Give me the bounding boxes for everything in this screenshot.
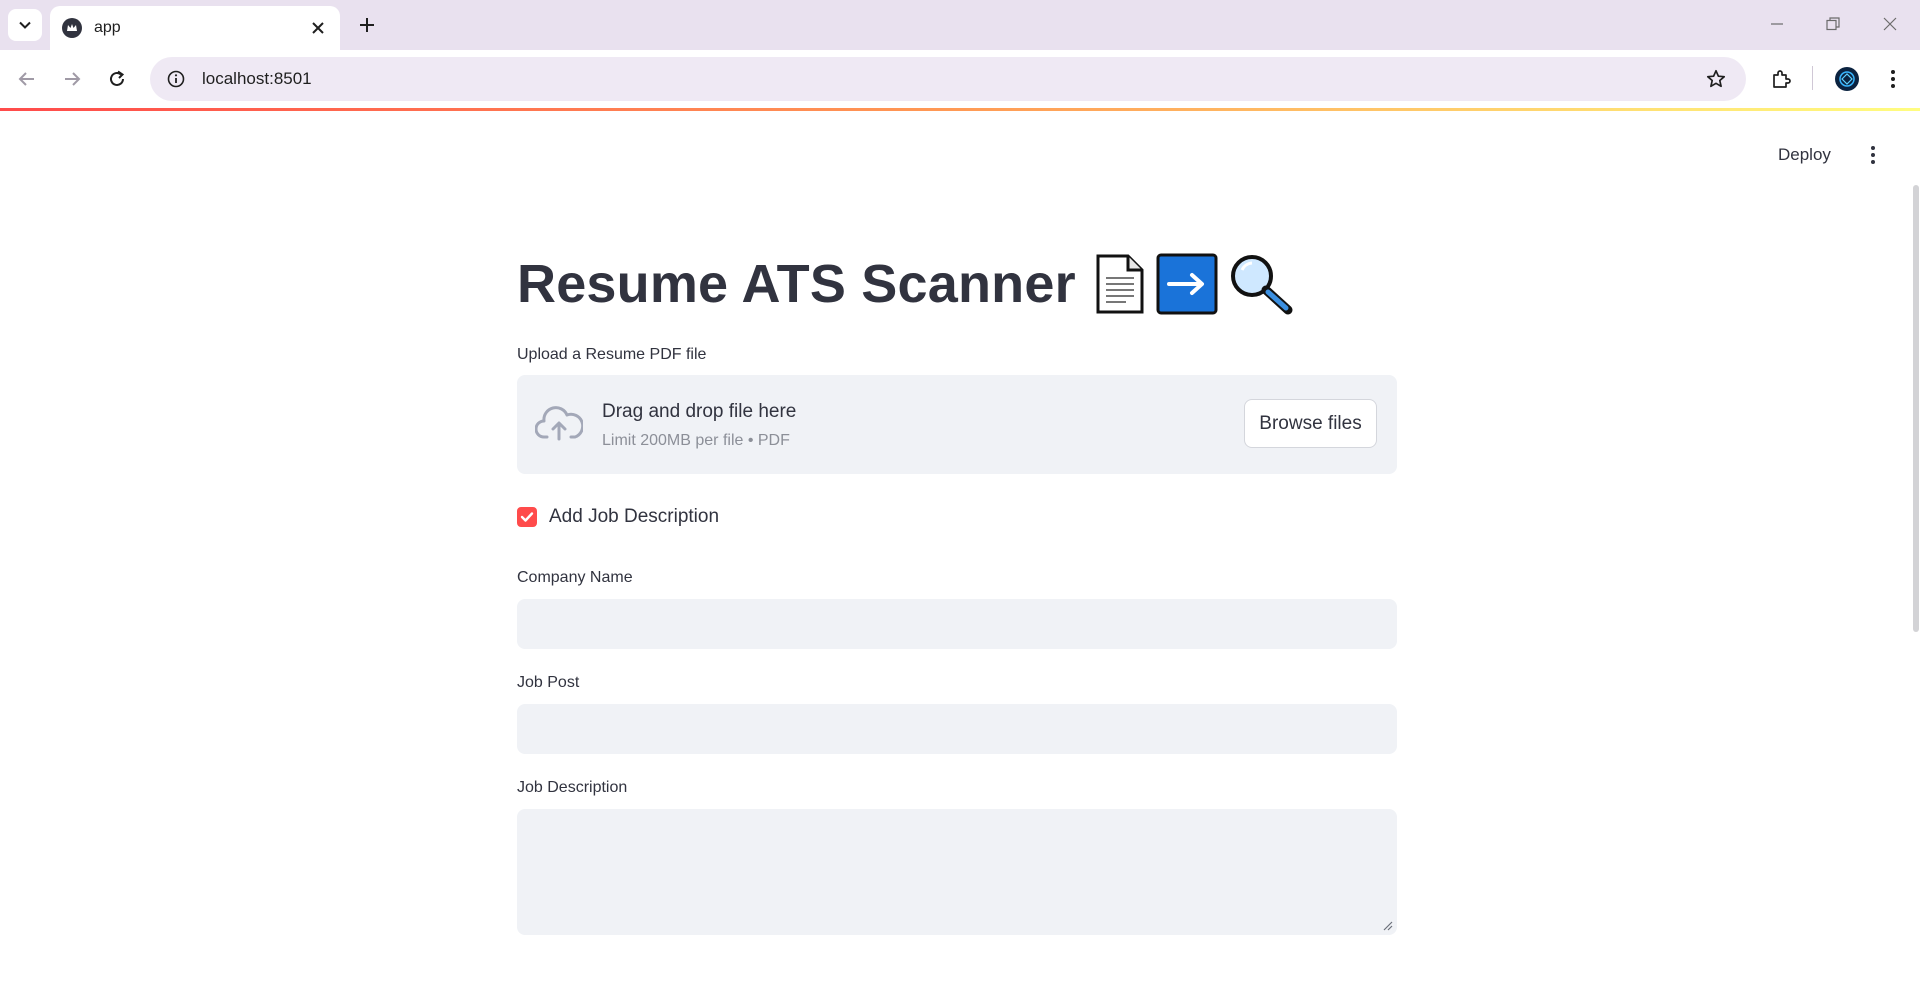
- add-job-description-checkbox[interactable]: Add Job Description: [517, 506, 719, 528]
- vertical-dots-icon: [1871, 146, 1875, 164]
- close-icon: [1883, 17, 1897, 31]
- restore-icon: [1826, 17, 1840, 31]
- app-decoration-bar: [0, 108, 1920, 111]
- dropzone-limit-text: Limit 200MB per file • PDF: [602, 432, 790, 449]
- browse-files-button[interactable]: Browse files: [1244, 399, 1377, 448]
- minimize-icon: [1771, 23, 1783, 25]
- job-post-label: Job Post: [517, 674, 580, 691]
- forward-button[interactable]: [56, 63, 88, 95]
- magnifying-glass-icon: [1230, 255, 1293, 315]
- reload-icon: [110, 70, 125, 86]
- checkbox-checked-icon[interactable]: [517, 507, 537, 527]
- cloud-upload-icon: [535, 406, 583, 441]
- plus-icon: [360, 18, 374, 32]
- close-window-button[interactable]: [1870, 8, 1910, 40]
- toolbar-divider: [1812, 66, 1813, 90]
- address-bar[interactable]: localhost:8501: [150, 57, 1746, 101]
- job-description-label: Job Description: [517, 779, 628, 796]
- profile-avatar[interactable]: [1831, 63, 1863, 95]
- uploader-label: Upload a Resume PDF file: [517, 346, 707, 363]
- page-title: Resume ATS Scanner: [517, 252, 1294, 316]
- page-facing-up-icon: [1096, 254, 1144, 314]
- deploy-button[interactable]: Deploy: [1770, 140, 1839, 170]
- app-main-menu-button[interactable]: [1858, 140, 1888, 170]
- file-uploader-dropzone[interactable]: Drag and drop file here Limit 200MB per …: [517, 375, 1397, 474]
- resize-handle-icon[interactable]: [1381, 919, 1393, 931]
- right-arrow-icon: [1156, 253, 1218, 315]
- browser-tab[interactable]: app: [50, 6, 340, 50]
- bookmark-star-icon[interactable]: [1698, 61, 1734, 97]
- page-title-text: Resume ATS Scanner: [517, 254, 1076, 314]
- company-name-input[interactable]: [517, 599, 1397, 649]
- tab-title: app: [94, 19, 121, 36]
- profile-avatar-icon: [1835, 67, 1859, 91]
- dropzone-instructions: Drag and drop file here: [602, 401, 797, 422]
- browser-toolbar: localhost:8501: [0, 50, 1920, 108]
- tab-search-button[interactable]: [8, 9, 42, 41]
- back-button[interactable]: [11, 63, 43, 95]
- title-emojis: [1092, 252, 1294, 316]
- arrow-left-icon: [18, 72, 34, 86]
- company-name-label: Company Name: [517, 569, 633, 586]
- tab-close-icon[interactable]: [306, 16, 330, 40]
- site-info-icon[interactable]: [158, 61, 194, 97]
- arrow-right-icon: [65, 72, 81, 86]
- job-post-input[interactable]: [517, 704, 1397, 754]
- job-description-textarea[interactable]: [517, 809, 1397, 935]
- url-text[interactable]: localhost:8501: [202, 69, 1698, 89]
- extensions-icon[interactable]: [1765, 63, 1797, 95]
- new-tab-button[interactable]: [352, 10, 382, 40]
- streamlit-favicon-icon: [62, 18, 82, 38]
- browser-tab-bar: app: [0, 0, 1920, 50]
- browser-menu-button[interactable]: [1877, 63, 1909, 95]
- reload-button[interactable]: [101, 63, 133, 95]
- checkbox-label: Add Job Description: [549, 506, 720, 527]
- minimize-button[interactable]: [1757, 8, 1797, 40]
- vertical-dots-icon: [1891, 70, 1895, 88]
- page-scrollbar[interactable]: [1913, 185, 1919, 632]
- chevron-down-icon: [19, 21, 31, 29]
- restore-button[interactable]: [1813, 8, 1853, 40]
